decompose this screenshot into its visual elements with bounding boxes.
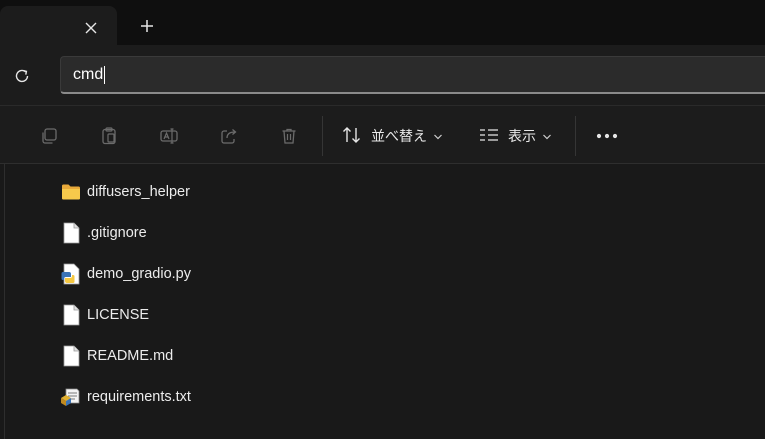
command-bar: 並べ替え 表示 [0,105,765,164]
nav-pane-divider[interactable] [4,164,5,439]
file-name: requirements.txt [87,389,191,405]
view-list-icon [478,125,500,148]
list-item[interactable]: LICENSE [60,300,380,330]
toolbar-separator [322,116,323,156]
view-label: 表示 [508,128,536,144]
file-list-pane: diffusers_helper .gitignore demo_gradio.… [0,164,765,439]
sort-label: 並べ替え [371,128,427,144]
copy-icon[interactable] [38,125,60,147]
file-icon [60,222,82,244]
python-file-icon [60,263,82,285]
text-caret [104,65,106,84]
list-item[interactable]: requirements.txt [60,382,380,412]
paste-icon[interactable] [98,125,120,147]
list-item[interactable]: README.md [60,341,380,371]
sort-icon [341,125,363,148]
address-row: cmd [0,45,765,105]
list-item[interactable]: demo_gradio.py [60,259,380,289]
file-name: README.md [87,348,174,364]
share-icon[interactable] [218,125,240,147]
file-icon [60,345,82,367]
title-bar [0,0,765,45]
new-tab-icon[interactable] [136,15,158,37]
chevron-down-icon [542,128,552,144]
delete-icon[interactable] [278,125,300,147]
more-options-icon[interactable] [594,125,620,147]
address-input[interactable]: cmd [60,56,765,94]
folder-icon [60,181,82,203]
toolbar-separator [575,116,576,156]
file-name: .gitignore [87,225,147,241]
file-name: diffusers_helper [87,184,190,200]
list-item[interactable]: .gitignore [60,218,380,248]
file-icon [60,304,82,326]
view-button[interactable]: 表示 [478,123,552,149]
address-value: cmd [73,65,104,83]
rename-icon[interactable] [158,125,180,147]
close-tab-icon[interactable] [80,17,102,39]
file-name: LICENSE [87,307,150,323]
active-tab[interactable] [0,6,117,45]
sort-button[interactable]: 並べ替え [341,123,443,149]
text-config-file-icon [60,386,82,408]
chevron-down-icon [433,128,443,144]
file-name: demo_gradio.py [87,266,191,282]
list-item[interactable]: diffusers_helper [60,177,380,207]
refresh-icon[interactable] [10,64,34,88]
